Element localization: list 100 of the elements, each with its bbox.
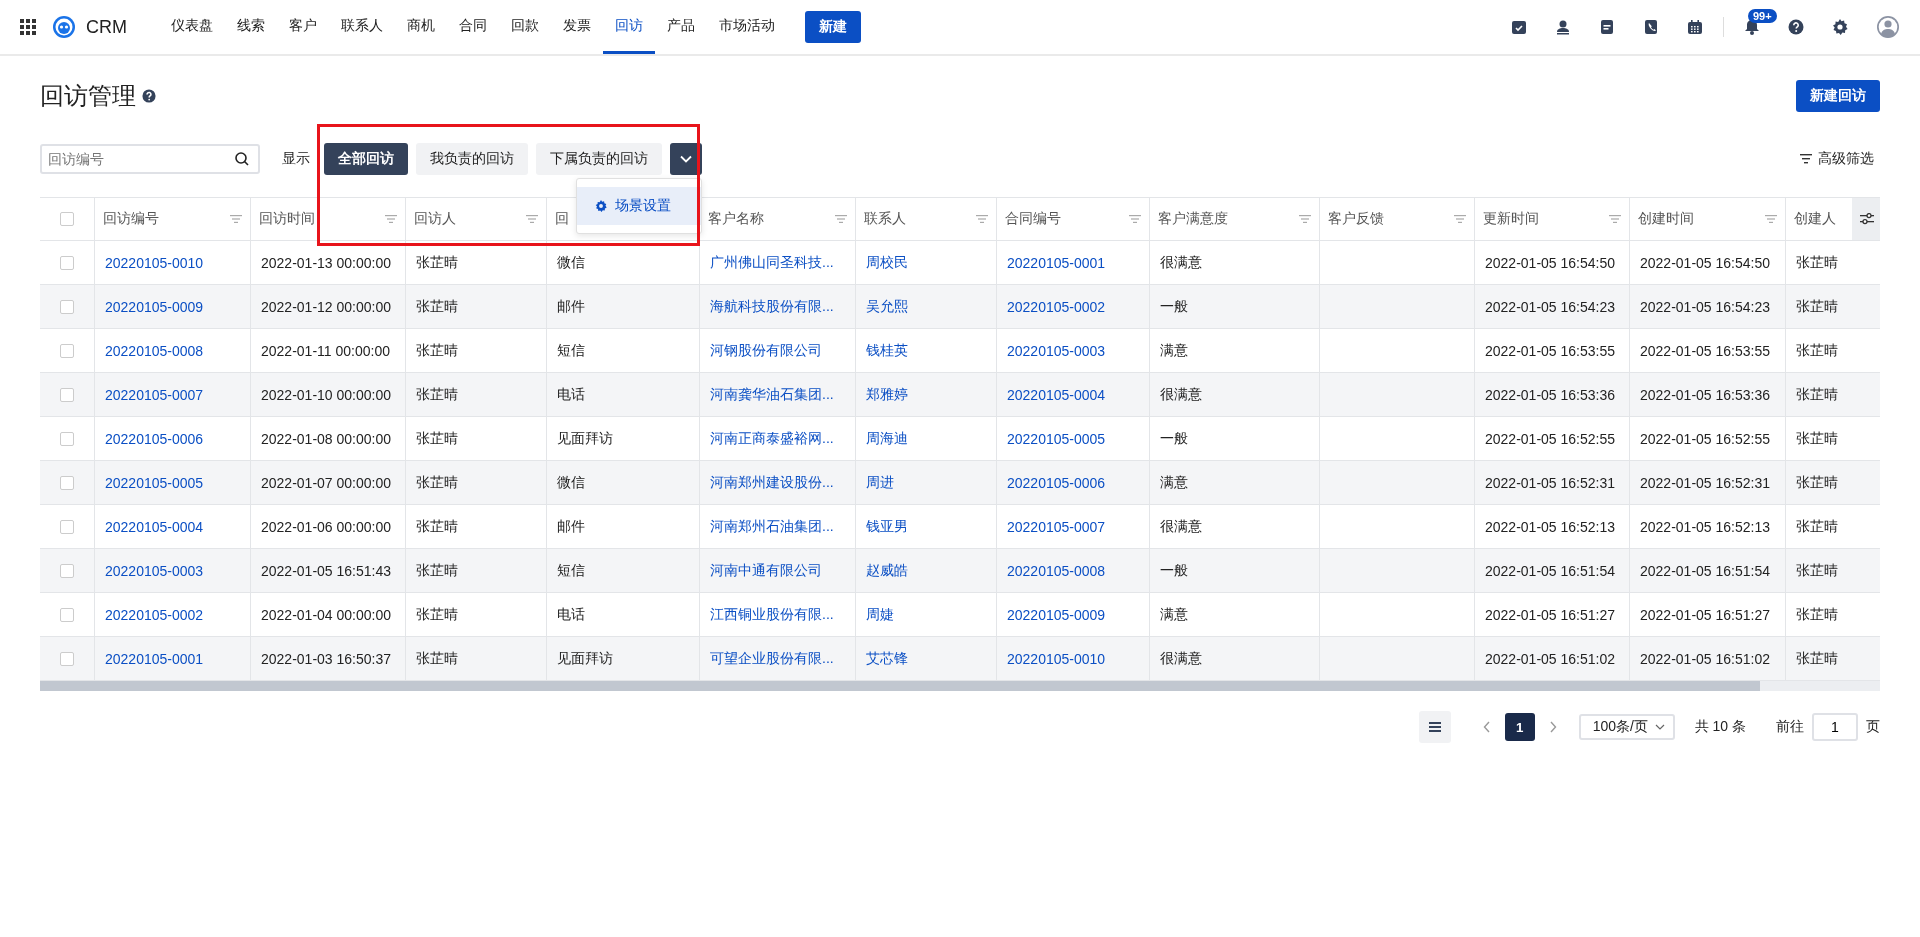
filter-icon[interactable]	[1454, 215, 1466, 223]
table-link[interactable]: 20220105-0006	[105, 430, 204, 447]
table-link[interactable]: 20220105-0005	[105, 474, 204, 491]
previous-page-icon[interactable]	[1482, 721, 1491, 733]
nav-tab[interactable]: 联系人	[329, 0, 395, 54]
filter-icon[interactable]	[1129, 215, 1141, 223]
table-link[interactable]: 可望企业股份有限...	[710, 649, 834, 668]
table-link[interactable]: 周海迪	[866, 429, 908, 448]
filter-icon[interactable]	[1609, 215, 1621, 223]
table-link[interactable]: 20220105-0003	[1007, 342, 1106, 359]
row-checkbox[interactable]	[60, 563, 74, 578]
advanced-filter-button[interactable]: 高级筛选	[1794, 149, 1880, 169]
row-checkbox[interactable]	[60, 387, 74, 402]
avatar-icon[interactable]	[1876, 15, 1900, 39]
table-link[interactable]: 周校民	[866, 253, 908, 272]
table-link[interactable]: 周进	[866, 473, 894, 492]
apps-grid-icon[interactable]	[20, 19, 36, 35]
nav-tab[interactable]: 回款	[499, 0, 551, 54]
table-link[interactable]: 河南龚华油石集团...	[710, 385, 834, 404]
table-link[interactable]: 海航科技股份有限...	[710, 297, 834, 316]
table-link[interactable]: 20220105-0004	[1007, 386, 1106, 403]
scene-tab[interactable]: 下属负责的回访	[536, 143, 662, 175]
nav-tab[interactable]: 仪表盘	[159, 0, 225, 54]
phone-book-icon[interactable]	[1643, 19, 1659, 35]
table-link[interactable]: 河南郑州建设股份...	[710, 473, 834, 492]
row-checkbox[interactable]	[60, 299, 74, 314]
filter-icon[interactable]	[526, 215, 538, 223]
table-link[interactable]: 20220105-0002	[1007, 298, 1106, 315]
table-link[interactable]: 20220105-0009	[1007, 606, 1106, 623]
row-checkbox[interactable]	[60, 651, 74, 666]
table-link[interactable]: 艾芯锋	[866, 649, 908, 668]
table-link[interactable]: 20220105-0005	[1007, 430, 1106, 447]
table-link[interactable]: 20220105-0007	[105, 386, 204, 403]
column-settings-button[interactable]	[1852, 198, 1880, 240]
table-link[interactable]: 郑雅婷	[866, 385, 908, 404]
filter-icon[interactable]	[976, 215, 988, 223]
nav-tab[interactable]: 回访	[603, 0, 655, 54]
table-link[interactable]: 20220105-0003	[105, 562, 204, 579]
table-link[interactable]: 20220105-0008	[105, 342, 204, 359]
nav-tab[interactable]: 市场活动	[707, 0, 787, 54]
nav-tab[interactable]: 合同	[447, 0, 499, 54]
help-icon[interactable]	[1788, 19, 1804, 35]
nav-tab[interactable]: 线索	[225, 0, 277, 54]
row-checkbox[interactable]	[60, 519, 74, 534]
table-link[interactable]: 河钢股份有限公司	[710, 341, 822, 360]
table-link[interactable]: 周婕	[866, 605, 894, 624]
calendar-check-icon[interactable]	[1511, 19, 1527, 35]
filter-icon[interactable]	[835, 215, 847, 223]
search-field[interactable]: 回访编号	[40, 144, 260, 174]
filter-icon[interactable]	[1299, 215, 1311, 223]
table-link[interactable]: 20220105-0001	[105, 650, 204, 667]
table-link[interactable]: 河南郑州石油集团...	[710, 517, 834, 536]
person-icon[interactable]	[1555, 19, 1571, 35]
table-link[interactable]: 吴允熙	[866, 297, 908, 316]
table-link[interactable]: 20220105-0007	[1007, 518, 1106, 535]
row-checkbox[interactable]	[60, 475, 74, 490]
next-page-icon[interactable]	[1548, 721, 1557, 733]
table-link[interactable]: 20220105-0001	[1007, 254, 1106, 271]
menu-item[interactable]: 场景设置	[577, 187, 701, 225]
row-checkbox[interactable]	[60, 255, 74, 270]
nav-tab[interactable]: 客户	[277, 0, 329, 54]
table-link[interactable]: 20220105-0010	[105, 254, 204, 271]
table-link[interactable]: 20220105-0008	[1007, 562, 1106, 579]
page-size-select[interactable]: 100条/页	[1578, 714, 1675, 740]
help-icon[interactable]	[142, 89, 156, 103]
row-checkbox[interactable]	[60, 607, 74, 622]
document-icon[interactable]	[1599, 19, 1615, 35]
table-link[interactable]: 江西铜业股份有限...	[710, 605, 834, 624]
filter-icon[interactable]	[230, 215, 242, 223]
nav-tab[interactable]: 产品	[655, 0, 707, 54]
row-checkbox[interactable]	[60, 343, 74, 358]
select-all-checkbox[interactable]	[60, 212, 74, 226]
filter-icon[interactable]	[1765, 215, 1777, 223]
table-link[interactable]: 钱桂英	[866, 341, 908, 360]
nav-tab[interactable]: 发票	[551, 0, 603, 54]
table-link[interactable]: 赵威皓	[866, 561, 908, 580]
new-visit-button[interactable]: 新建回访	[1796, 80, 1880, 112]
horizontal-scrollbar[interactable]	[40, 681, 1880, 691]
table-link[interactable]: 钱亚男	[866, 517, 908, 536]
scene-tab[interactable]: 我负责的回访	[416, 143, 528, 175]
settings-icon[interactable]	[1832, 19, 1848, 35]
nav-tab[interactable]: 商机	[395, 0, 447, 54]
page-button[interactable]: 1	[1504, 713, 1535, 741]
table-link[interactable]: 20220105-0004	[105, 518, 204, 535]
page-input[interactable]: 1	[1812, 713, 1858, 741]
table-link[interactable]: 20220105-0002	[105, 606, 204, 623]
more-dropdown-button[interactable]	[670, 143, 702, 175]
table-link[interactable]: 河南中通有限公司	[710, 561, 822, 580]
table-link[interactable]: 20220105-0009	[105, 298, 204, 315]
table-link[interactable]: 20220105-0010	[1007, 650, 1106, 667]
list-view-button[interactable]	[1418, 711, 1451, 743]
scene-tab[interactable]: 全部回访	[324, 143, 408, 175]
table-link[interactable]: 20220105-0006	[1007, 474, 1106, 491]
table-link[interactable]: 广州佛山同圣科技...	[710, 253, 834, 272]
search-icon[interactable]	[234, 151, 250, 167]
row-checkbox[interactable]	[60, 431, 74, 446]
filter-icon[interactable]	[385, 215, 397, 223]
table-link[interactable]: 河南正商泰盛裕网...	[710, 429, 834, 448]
calendar-icon[interactable]	[1687, 19, 1703, 35]
new-button[interactable]: 新建	[805, 11, 861, 43]
